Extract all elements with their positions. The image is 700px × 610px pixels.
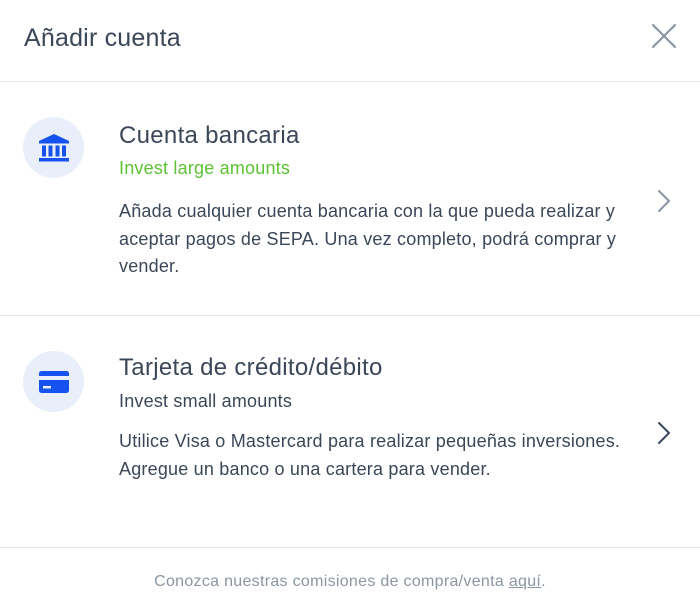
option-title: Tarjeta de crédito/débito xyxy=(119,354,383,381)
option-bank-account[interactable]: Cuenta bancaria Invest large amounts Aña… xyxy=(0,82,700,316)
dialog-title: Añadir cuenta xyxy=(24,24,181,52)
fees-link[interactable]: aquí xyxy=(509,573,541,590)
card-icon-circle xyxy=(23,351,84,412)
option-credit-card[interactable]: Tarjeta de crédito/débito Invest small a… xyxy=(0,316,700,548)
add-account-dialog: Añadir cuenta Cuenta bancaria Invest lar… xyxy=(0,0,700,610)
chevron-right-icon xyxy=(658,422,670,444)
option-description: Añada cualquier cuenta bancaria con la q… xyxy=(119,201,617,276)
close-button[interactable] xyxy=(648,20,680,52)
option-subtitle: Invest large amounts xyxy=(119,158,291,178)
credit-card-icon xyxy=(38,370,69,393)
dialog-header: Añadir cuenta xyxy=(0,0,700,82)
footer-text: Conozca nuestras comisiones de compra/ve… xyxy=(154,573,509,590)
fees-footer: Conozca nuestras comisiones de compra/ve… xyxy=(0,570,700,594)
option-subtitle: Invest small amounts xyxy=(119,391,293,411)
chevron-right-icon xyxy=(658,190,670,212)
bank-icon xyxy=(38,133,69,161)
close-icon xyxy=(651,23,677,49)
footer-period: . xyxy=(541,573,546,590)
option-description: Utilice Visa o Mastercard para realizar … xyxy=(119,431,621,479)
bank-icon-circle xyxy=(23,117,84,178)
option-title: Cuenta bancaria xyxy=(119,122,300,149)
